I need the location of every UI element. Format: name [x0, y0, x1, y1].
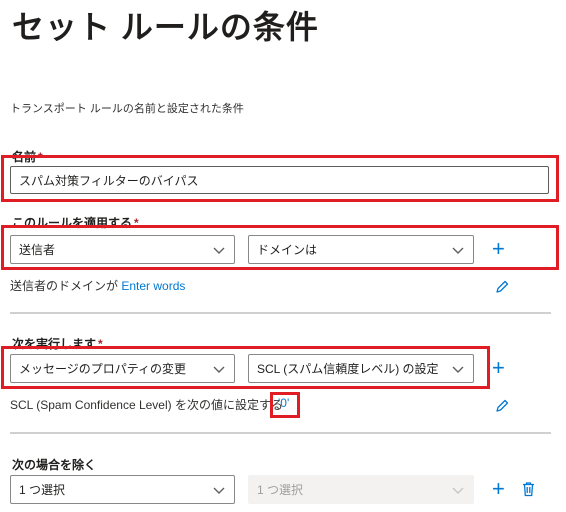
add-condition-button[interactable]: + [492, 238, 505, 260]
chevron-down-icon [452, 487, 464, 494]
plus-icon: + [492, 236, 505, 261]
apply-rule-description: 送信者のドメインが Enter words [10, 279, 186, 293]
add-exception-button[interactable]: + [492, 478, 505, 500]
dropdown-value: 1 つ選択 [257, 483, 304, 497]
add-action-button[interactable]: + [492, 357, 505, 379]
page-subtitle: トランスポート ルールの名前と設定された条件 [10, 103, 244, 115]
page-title: セット ルールの条件 [12, 9, 319, 45]
exception-dropdown-1[interactable]: 1 つ選択 [10, 475, 235, 504]
plus-icon: + [492, 355, 505, 380]
enter-words-link[interactable]: Enter words [121, 279, 185, 293]
chevron-down-icon [452, 366, 464, 373]
chevron-down-icon [213, 487, 225, 494]
chevron-down-icon [213, 366, 225, 373]
dropdown-value: メッセージのプロパティの変更 [19, 362, 187, 376]
trash-icon [523, 482, 534, 497]
dropdown-value: ドメインは [257, 243, 318, 257]
edit-condition-button[interactable] [494, 279, 510, 300]
dropdown-value: 送信者 [19, 243, 56, 257]
delete-exception-button[interactable] [521, 481, 536, 502]
scl-value-link[interactable]: '0' [278, 396, 289, 410]
edit-action-button[interactable] [494, 398, 510, 419]
chevron-down-icon [213, 247, 225, 254]
name-input[interactable]: スパム対策フィルターのバイパス [10, 166, 549, 194]
scl-value-container: '0' [278, 396, 289, 410]
section-divider [10, 312, 551, 314]
section-divider [10, 432, 551, 434]
chevron-down-icon [452, 247, 464, 254]
except-if-label: 次の場合を除く [12, 458, 97, 472]
name-input-value: スパム対策フィルターのバイパス [19, 173, 199, 188]
action-dropdown-2[interactable]: SCL (スパム信頼度レベル) の設定 [248, 354, 474, 383]
apply-rule-dropdown-2[interactable]: ドメインは [248, 235, 474, 264]
apply-rule-dropdown-1[interactable]: 送信者 [10, 235, 235, 264]
exception-dropdown-2: 1 つ選択 [248, 475, 474, 504]
plus-icon: + [492, 476, 505, 501]
pencil-icon [496, 280, 509, 293]
pencil-icon [496, 399, 509, 412]
action-dropdown-1[interactable]: メッセージのプロパティの変更 [10, 354, 235, 383]
action-description: SCL (Spam Confidence Level) を次の値に設定する [10, 398, 283, 412]
dropdown-value: SCL (スパム信頼度レベル) の設定 [257, 362, 439, 376]
dropdown-value: 1 つ選択 [19, 483, 66, 497]
